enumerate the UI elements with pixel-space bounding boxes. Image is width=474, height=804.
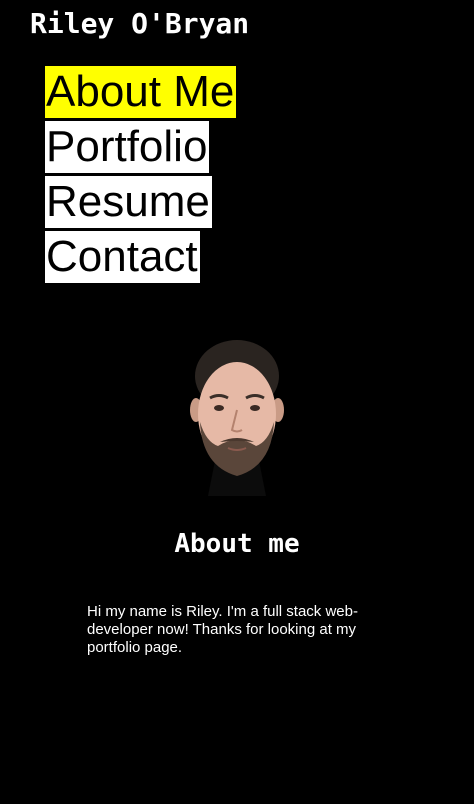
bio-text: Hi my name is Riley. I'm a full stack we… — [87, 603, 358, 656]
nav-item-contact: Contact — [45, 231, 236, 286]
nav-link-portfolio[interactable]: Portfolio — [45, 121, 210, 173]
main-nav: About Me Portfolio Resume Contact — [45, 66, 237, 286]
nav-link-contact[interactable]: Contact — [45, 231, 200, 283]
about-me-heading: About me — [174, 529, 300, 559]
profile-face-image — [190, 340, 284, 496]
nav-item-portfolio: Portfolio — [45, 121, 236, 176]
nav-item-about: About Me — [45, 66, 237, 121]
nav-link-about-me[interactable]: About Me — [45, 66, 237, 118]
nav-link-resume[interactable]: Resume — [45, 176, 212, 228]
profile-photo — [186, 338, 288, 496]
site-title: Riley O'Bryan — [30, 7, 250, 40]
nav-item-resume: Resume — [45, 176, 236, 231]
